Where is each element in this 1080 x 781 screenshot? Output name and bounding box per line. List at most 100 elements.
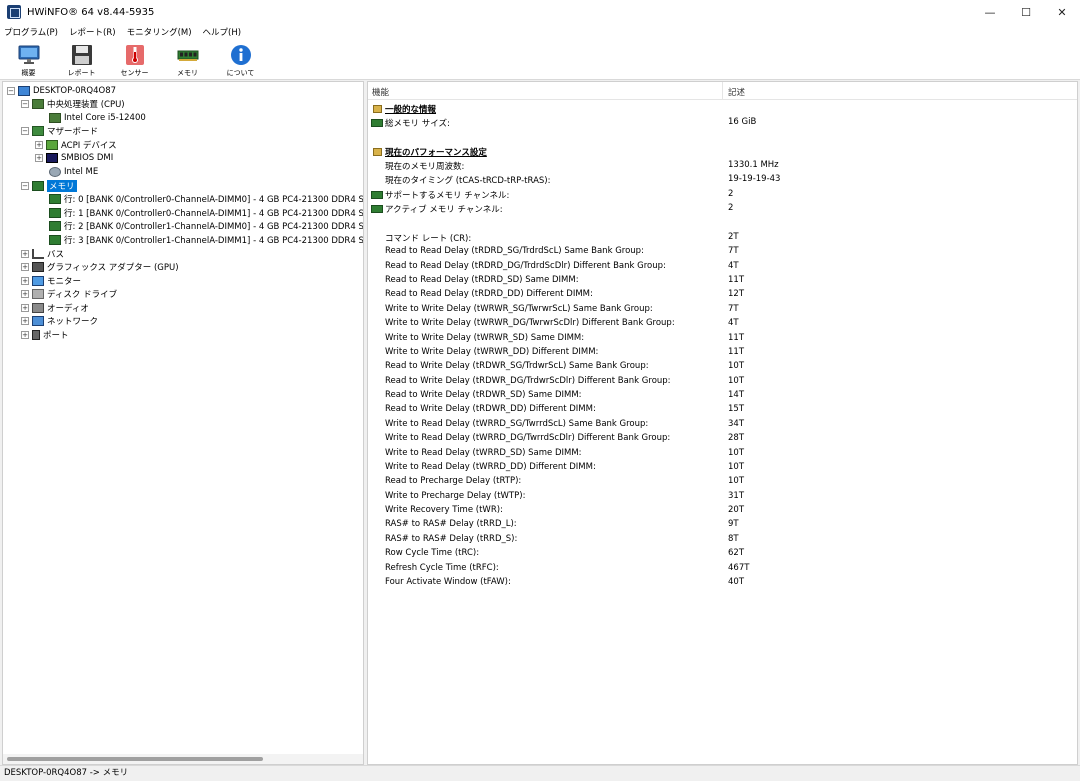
minimize-button[interactable]: — xyxy=(972,0,1008,24)
about-button[interactable]: について xyxy=(214,40,267,80)
detail-key: Write to Read Delay (tWRRD_DG/TwrrdScDlr… xyxy=(385,433,671,443)
tree-item-memory[interactable]: − メモリ xyxy=(21,179,77,192)
tree-item-bus[interactable]: + バス xyxy=(21,247,64,260)
tree-item-dimm0-label: 行: 0 [BANK 0/Controller0-ChannelA-DIMM0]… xyxy=(64,194,364,205)
tree-item-drives[interactable]: + ディスク ドライブ xyxy=(21,287,117,300)
memory-button[interactable]: メモリ xyxy=(161,40,214,80)
memory-module-icon xyxy=(49,220,61,231)
expand-icon[interactable]: + xyxy=(35,153,43,162)
window-title: HWiNFO® 64 v8.44-5935 xyxy=(27,6,155,18)
report-button[interactable]: レポート xyxy=(55,40,108,80)
column-separator[interactable] xyxy=(722,82,723,100)
tree-item-drives-label: ディスク ドライブ xyxy=(47,289,118,300)
speaker-icon xyxy=(32,302,44,313)
detail-row: Write Recovery Time (tWR): 20T xyxy=(368,504,1077,518)
expand-icon[interactable]: + xyxy=(35,140,43,149)
tree-item-smbios[interactable]: + SMBIOS DMI xyxy=(35,151,113,164)
collapse-icon[interactable]: − xyxy=(21,99,29,108)
detail-row: Write to Read Delay (tWRRD_SG/TwrrdScL) … xyxy=(368,418,1077,432)
memory-module-icon xyxy=(32,180,44,191)
detail-row: コマンド レート (CR): 2T xyxy=(368,231,1077,245)
detail-key: Row Cycle Time (tRC): xyxy=(385,548,480,558)
tree-item-intel-me[interactable]: Intel ME xyxy=(49,165,98,178)
tree-item-acpi-label: ACPI デバイス xyxy=(61,140,117,151)
detail-row: RAS# to RAS# Delay (tRRD_S): 8T xyxy=(368,533,1077,547)
details-header: 機能 記述 xyxy=(368,82,1077,100)
detail-key: Write to Write Delay (tWRWR_DG/TwrwrScDl… xyxy=(385,318,675,328)
section-general-title: 一般的な情報 xyxy=(385,105,437,115)
summary-button[interactable]: 概要 xyxy=(2,40,55,80)
column-feature-header[interactable]: 機能 xyxy=(372,86,389,98)
expand-icon[interactable]: + xyxy=(21,330,29,339)
detail-row: Read to Precharge Delay (tRTP): 10T xyxy=(368,475,1077,489)
tree-item-ports[interactable]: + ポート xyxy=(21,328,69,341)
tree-item-cpu-model[interactable]: Intel Core i5-12400 xyxy=(49,111,146,124)
detail-value: 7T xyxy=(728,246,739,256)
detail-value: 10T xyxy=(728,376,745,386)
detail-value: 4T xyxy=(728,261,739,271)
column-description-header[interactable]: 記述 xyxy=(728,86,745,98)
tree-root[interactable]: − DESKTOP-0RQ4O87 xyxy=(7,84,116,97)
report-label: レポート xyxy=(67,69,96,77)
tree-item-dimm3[interactable]: 行: 3 [BANK 0/Controller1-ChannelA-DIMM1]… xyxy=(49,233,363,246)
expand-icon[interactable]: + xyxy=(21,276,29,285)
close-button[interactable]: ✕ xyxy=(1044,0,1080,24)
expand-icon[interactable]: + xyxy=(21,303,29,312)
detail-value: 1330.1 MHz xyxy=(728,160,779,170)
tree-item-acpi[interactable]: + ACPI デバイス xyxy=(35,138,117,151)
device-tree[interactable]: − DESKTOP-0RQ4O87 − 中央処理装置 (CPU) Intel C… xyxy=(2,81,364,765)
detail-row: Refresh Cycle Time (tRFC): 467T xyxy=(368,562,1077,576)
menu-bar: プログラム(P) レポート(R) モニタリング(M) ヘルプ(H) xyxy=(0,24,1080,40)
detail-key: Write to Write Delay (tWRWR_SG/TwrwrScL)… xyxy=(385,304,653,314)
detail-value: 9T xyxy=(728,519,739,529)
tree-item-cpu[interactable]: − 中央処理装置 (CPU) xyxy=(21,97,125,110)
thermometer-icon xyxy=(123,44,147,66)
detail-row: Write to Read Delay (tWRRD_SD) Same DIMM… xyxy=(368,447,1077,461)
status-bar: DESKTOP-0RQ4O87 -> メモリ xyxy=(0,765,1080,781)
detail-row: Read to Read Delay (tRDRD_SG/TrdrdScL) S… xyxy=(368,245,1077,259)
tree-item-cpu-label: 中央処理装置 (CPU) xyxy=(47,99,125,110)
tree-item-dimm1[interactable]: 行: 1 [BANK 0/Controller0-ChannelA-DIMM1]… xyxy=(49,206,363,219)
menu-help[interactable]: ヘルプ(H) xyxy=(203,26,242,38)
detail-value: 2T xyxy=(728,232,739,242)
detail-value: 15T xyxy=(728,404,745,414)
maximize-button[interactable]: ☐ xyxy=(1008,0,1044,24)
detail-key: Read to Read Delay (tRDRD_SD) Same DIMM: xyxy=(385,275,579,285)
expand-icon[interactable]: + xyxy=(21,316,29,325)
sensor-button[interactable]: センサー xyxy=(108,40,161,80)
detail-key: RAS# to RAS# Delay (tRRD_S): xyxy=(385,534,518,544)
menu-program[interactable]: プログラム(P) xyxy=(4,26,58,38)
tree-item-audio[interactable]: + オーディオ xyxy=(21,301,89,314)
tree-item-bus-label: バス xyxy=(47,249,65,260)
scrollbar-thumb[interactable] xyxy=(7,757,263,761)
detail-row: アクティブ メモリ チャンネル: 2 xyxy=(368,202,1077,216)
motherboard-icon xyxy=(32,125,44,136)
detail-row: Write to Write Delay (tWRWR_DG/TwrwrScDl… xyxy=(368,317,1077,331)
detail-value: 11T xyxy=(728,333,745,343)
expand-icon[interactable]: + xyxy=(21,249,29,258)
collapse-icon[interactable]: − xyxy=(7,86,15,95)
menu-report[interactable]: レポート(R) xyxy=(69,26,116,38)
smbios-icon xyxy=(46,152,58,163)
expand-icon[interactable]: + xyxy=(21,289,29,298)
sensor-label: センサー xyxy=(120,69,149,77)
collapse-icon[interactable]: − xyxy=(21,126,29,135)
tree-item-motherboard[interactable]: − マザーボード xyxy=(21,124,98,137)
tree-item-cpu-model-label: Intel Core i5-12400 xyxy=(64,112,146,123)
tree-item-network[interactable]: + ネットワーク xyxy=(21,314,98,327)
detail-row: Write to Write Delay (tWRWR_DD) Differen… xyxy=(368,346,1077,360)
detail-key: Read to Read Delay (tRDRD_DG/TrdrdScDlr)… xyxy=(385,261,666,271)
tree-item-dimm0[interactable]: 行: 0 [BANK 0/Controller0-ChannelA-DIMM0]… xyxy=(49,192,364,205)
expand-icon[interactable]: + xyxy=(21,262,29,271)
section-performance-title: 現在のパフォーマンス設定 xyxy=(385,148,487,158)
detail-key: 総メモリ サイズ: xyxy=(385,119,450,129)
tree-item-gpu[interactable]: + グラフィックス アダプター (GPU) xyxy=(21,260,179,273)
tree-item-gpu-label: グラフィックス アダプター (GPU) xyxy=(47,262,179,273)
menu-monitoring[interactable]: モニタリング(M) xyxy=(127,26,192,38)
tree-item-dimm2[interactable]: 行: 2 [BANK 0/Controller1-ChannelA-DIMM0]… xyxy=(49,219,363,232)
horizontal-scrollbar[interactable] xyxy=(3,754,363,764)
detail-key: Read to Write Delay (tRDWR_SD) Same DIMM… xyxy=(385,390,582,400)
folder-icon xyxy=(373,148,382,156)
collapse-icon[interactable]: − xyxy=(21,181,29,190)
tree-item-monitor[interactable]: + モニター xyxy=(21,274,81,287)
